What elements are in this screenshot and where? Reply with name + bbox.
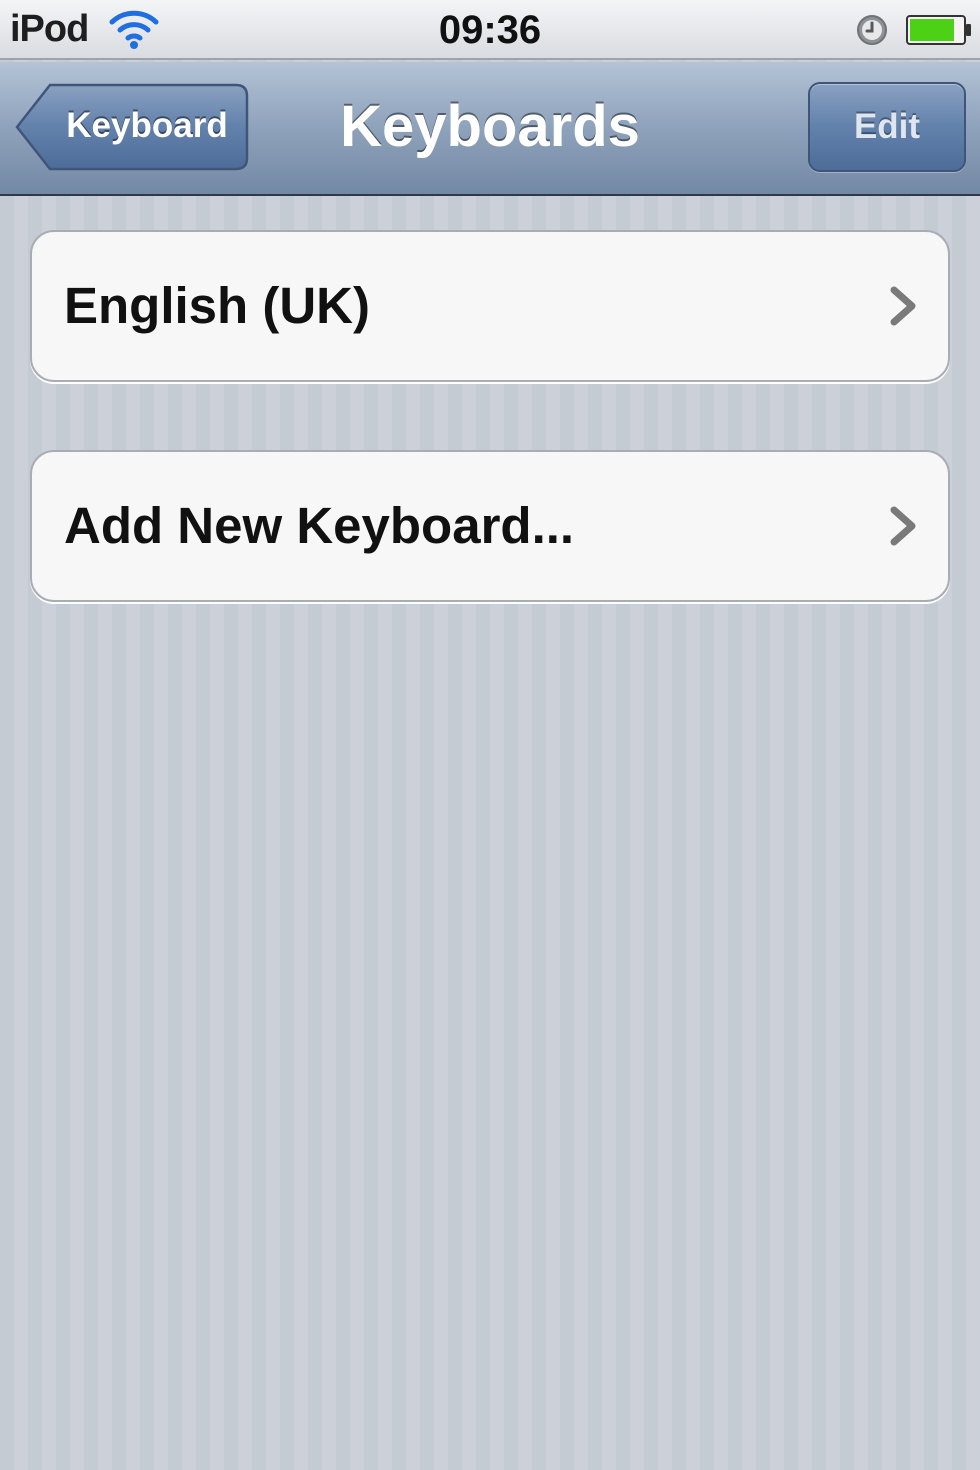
list-item-label: English (UK) [64, 277, 370, 334]
back-button[interactable]: Keyboard [14, 82, 250, 174]
back-button-label: Keyboard [66, 106, 228, 145]
list-item-english-uk[interactable]: English (UK) [30, 230, 950, 382]
page-title: Keyboards [340, 94, 640, 159]
chevron-right-icon [886, 506, 920, 546]
edit-button[interactable]: Edit [808, 82, 966, 172]
chevron-right-icon [886, 286, 920, 326]
status-bar: iPod 09:36 [0, 0, 980, 60]
alarm-clock-icon [856, 14, 888, 46]
navigation-bar: Keyboard Keyboards Edit [0, 62, 980, 196]
status-time: 09:36 [438, 8, 542, 52]
list-item-add-new-keyboard[interactable]: Add New Keyboard... [30, 450, 950, 602]
battery-icon [906, 14, 972, 46]
list-item-label: Add New Keyboard... [64, 497, 575, 554]
